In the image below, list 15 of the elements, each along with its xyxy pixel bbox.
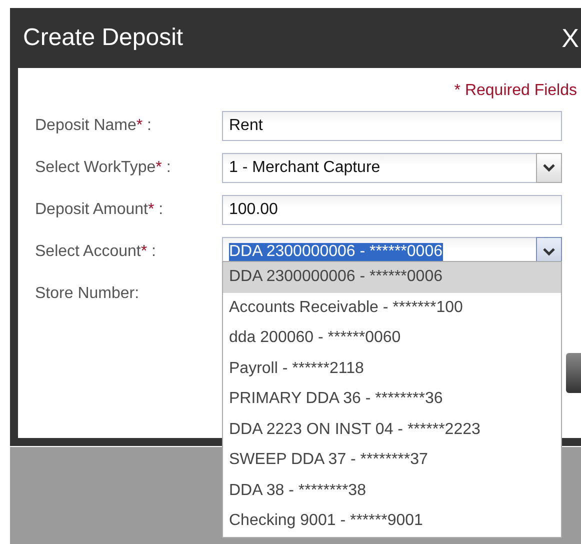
field-label: Select Account* : — [35, 243, 157, 261]
dropdown-option[interactable]: DDA 2300000006 - ******0006 — [223, 262, 561, 292]
required-note: * Required Fields — [453, 82, 577, 100]
dialog-title: Create Deposit — [23, 24, 184, 52]
button[interactable] — [566, 353, 581, 393]
close-button[interactable]: X — [560, 22, 581, 54]
chevron-down-icon — [543, 164, 555, 172]
field-label: Deposit Name* : — [35, 117, 152, 135]
field-label: Deposit Amount* : — [35, 201, 164, 219]
chevron-down-icon — [543, 248, 555, 256]
text-field[interactable]: 100.00 — [222, 195, 562, 225]
field-label: Select WorkType* : — [35, 159, 172, 177]
field-label: Store Number: — [35, 285, 140, 303]
select-field[interactable]: 1 - Merchant Capture — [222, 153, 562, 183]
text-field[interactable]: Rent — [222, 111, 562, 141]
